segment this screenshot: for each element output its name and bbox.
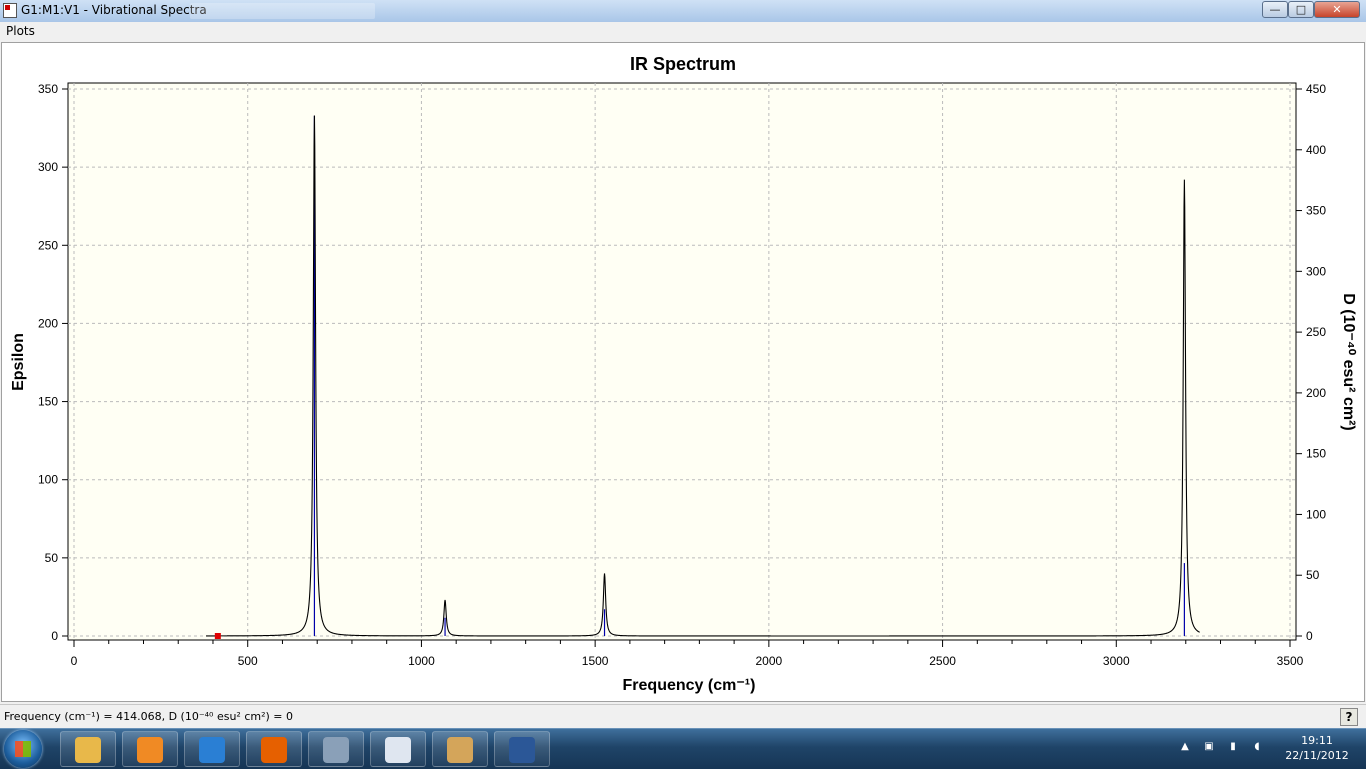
start-button[interactable] — [4, 730, 42, 768]
y-left-tick-label: 100 — [38, 473, 58, 487]
y-right-tick-label: 150 — [1306, 447, 1326, 461]
clock-date: 22/11/2012 — [1285, 749, 1349, 762]
window-title: G1:M1:V1 - Vibrational Spectra — [21, 3, 207, 17]
y-right-tick-label: 350 — [1306, 204, 1326, 218]
firefox-icon — [261, 737, 287, 763]
taskbar-item-explorer[interactable] — [60, 731, 116, 767]
y-left-tick-label: 200 — [38, 316, 58, 330]
y-left-tick-label: 300 — [38, 160, 58, 174]
y-right-tick-label: 300 — [1306, 264, 1326, 278]
taskbar-clock[interactable]: 19:11 22/11/2012 — [1270, 733, 1364, 763]
menu-item-plots[interactable]: Plots — [6, 24, 35, 38]
word-doc-icon — [385, 737, 411, 763]
x-tick-label: 3500 — [1277, 654, 1304, 668]
chart-title: IR Spectrum — [630, 54, 736, 74]
clock-time: 19:11 — [1301, 734, 1333, 747]
y-right-tick-label: 0 — [1306, 629, 1313, 643]
tray-signal-icon[interactable]: ▮ — [1226, 741, 1240, 755]
taskbar-item-search-tool[interactable] — [308, 731, 364, 767]
x-tick-label: 1500 — [582, 654, 609, 668]
y-right-tick-label: 400 — [1306, 143, 1326, 157]
close-button[interactable]: ✕ — [1314, 1, 1360, 18]
plot-panel[interactable]: IR Spectrum 0 500 1000 1500 2000 2500 3000 3500… — [1, 42, 1365, 702]
y-axis-right: 0 50 100 150 200 250 300 350 400 450 — [1296, 82, 1326, 643]
status-bar: Frequency (cm⁻¹) = 414.068, D (10⁻⁴⁰ esu… — [0, 704, 1366, 729]
word-icon — [509, 737, 535, 763]
ir-spectrum-chart[interactable]: IR Spectrum 0 500 1000 1500 2000 2500 3000 3500… — [2, 43, 1364, 701]
x-tick-label: 2500 — [929, 654, 956, 668]
y-axis-left-label: Epsilon — [10, 333, 27, 391]
cursor-marker[interactable] — [214, 633, 221, 639]
media-player-icon — [137, 737, 163, 763]
app-icon[interactable] — [3, 3, 17, 18]
tray-volume-icon[interactable]: ◖ — [1250, 741, 1264, 755]
y-right-tick-label: 250 — [1306, 325, 1326, 339]
y-left-tick-label: 350 — [38, 82, 58, 96]
status-text: Frequency (cm⁻¹) = 414.068, D (10⁻⁴⁰ esu… — [4, 710, 294, 723]
help-icon[interactable]: ? — [1340, 708, 1358, 726]
x-tick-label: 500 — [238, 654, 258, 668]
menu-bar: Plots — [0, 22, 1366, 42]
search-tool-icon — [323, 737, 349, 763]
plot-area[interactable] — [67, 82, 1297, 641]
y-left-tick-label: 50 — [45, 551, 59, 565]
internet-explorer-icon — [199, 737, 225, 763]
taskbar-item-paint[interactable] — [432, 731, 488, 767]
taskbar: ▲ ▣ ▮ ◖ 19:11 22/11/2012 — [0, 728, 1366, 769]
taskbar-item-media-player[interactable] — [122, 731, 178, 767]
y-right-tick-label: 450 — [1306, 82, 1326, 96]
maximize-button[interactable]: □ — [1288, 1, 1314, 18]
taskbar-item-internet-explorer[interactable] — [184, 731, 240, 767]
y-axis-right-label: D (10⁻⁴⁰ esu² cm²) — [1340, 293, 1357, 430]
taskbar-item-firefox[interactable] — [246, 731, 302, 767]
y-right-tick-label: 200 — [1306, 386, 1326, 400]
minimize-button[interactable]: — — [1262, 1, 1288, 18]
y-left-tick-label: 150 — [38, 395, 58, 409]
x-tick-label: 1000 — [408, 654, 435, 668]
taskbar-item-word[interactable] — [494, 731, 550, 767]
x-axis-label: Frequency (cm⁻¹) — [623, 677, 756, 694]
x-axis: 0 500 1000 1500 2000 2500 3000 3500 — [71, 640, 1304, 668]
tray-network-device-icon[interactable]: ▣ — [1202, 741, 1216, 755]
taskbar-item-word-doc[interactable] — [370, 731, 426, 767]
paint-icon — [447, 737, 473, 763]
y-left-tick-label: 0 — [51, 629, 58, 643]
title-ghost — [190, 3, 375, 19]
y-left-tick-label: 250 — [38, 238, 58, 252]
x-tick-label: 3000 — [1103, 654, 1130, 668]
title-bar: G1:M1:V1 - Vibrational Spectra — □ ✕ — [0, 0, 1366, 23]
tray-arrow-icon[interactable]: ▲ — [1178, 741, 1192, 755]
y-right-tick-label: 100 — [1306, 507, 1326, 521]
x-tick-label: 0 — [71, 654, 78, 668]
y-axis-left: 0 50 100 150 200 250 300 350 — [38, 82, 68, 643]
x-tick-label: 2000 — [756, 654, 783, 668]
y-right-tick-label: 50 — [1306, 568, 1320, 582]
explorer-icon — [75, 737, 101, 763]
